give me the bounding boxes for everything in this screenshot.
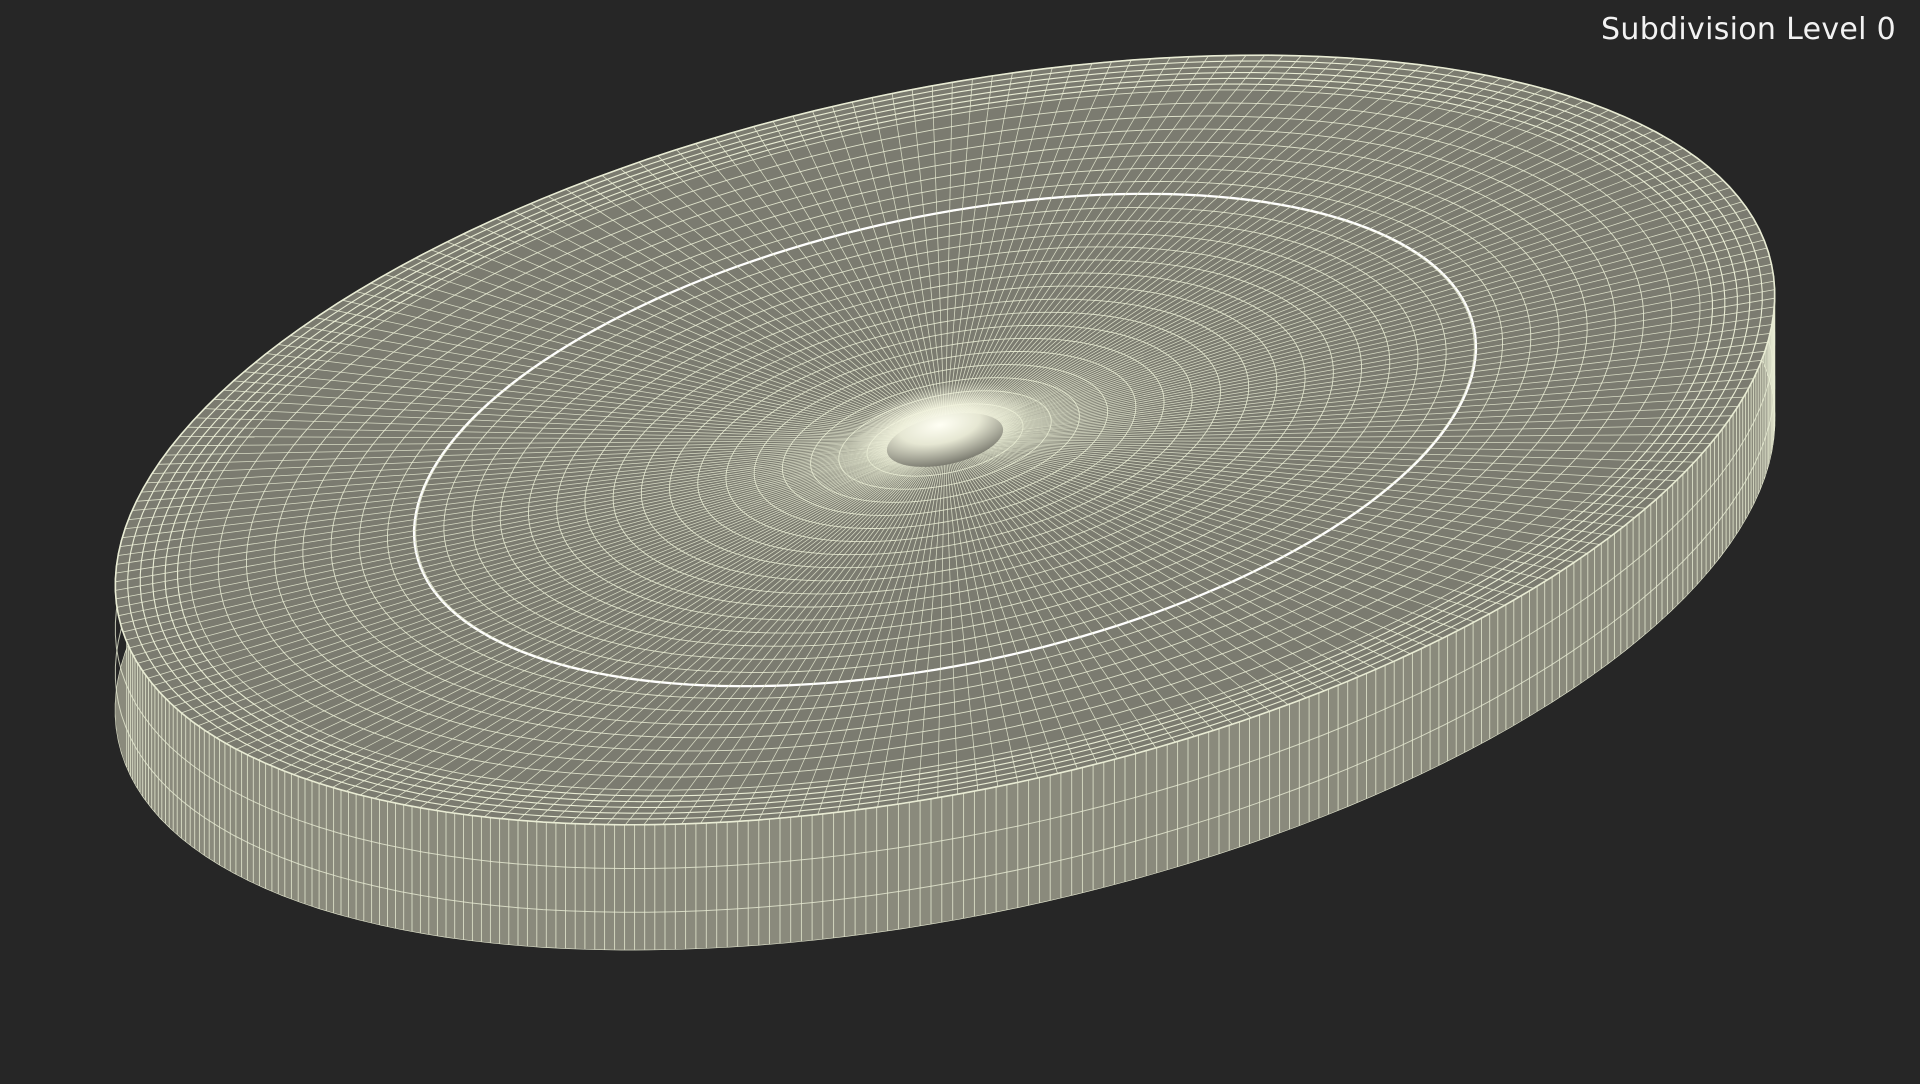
rim-segment: [938, 771, 939, 798]
wireframe-model: [0, 0, 1920, 1080]
rim-segment: [952, 82, 953, 109]
rim-segment: [1660, 434, 1718, 435]
3d-viewport[interactable]: Subdivision Level 0: [0, 0, 1920, 1080]
rim-segment: [172, 445, 230, 446]
subdivision-level-label: Subdivision Level 0: [1601, 12, 1896, 47]
